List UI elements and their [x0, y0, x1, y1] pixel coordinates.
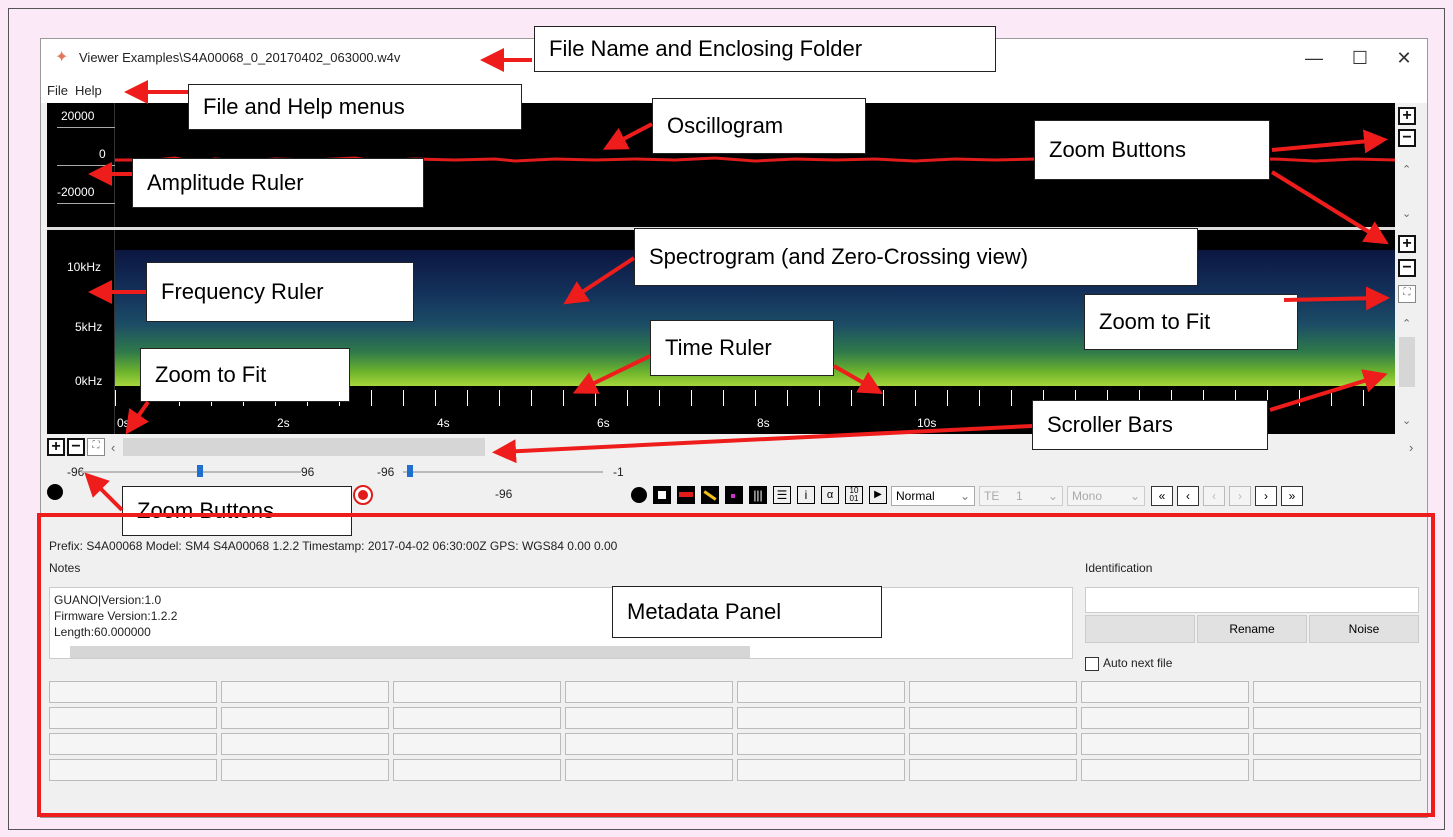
play-icon[interactable]: ▶	[869, 486, 887, 504]
previous-file-button[interactable]: ‹	[1177, 486, 1199, 506]
window-title: Viewer Examples\S4A00068_0_20170402_0630…	[79, 50, 401, 65]
te-select-label: TE	[984, 489, 1000, 503]
stop-icon[interactable]	[653, 486, 671, 504]
ruler-tick-line	[57, 203, 115, 204]
slider2-track[interactable]	[403, 471, 603, 473]
chevron-down-icon: ⌄	[1047, 489, 1058, 503]
previous-tagged-button[interactable]: ‹	[1203, 486, 1225, 506]
chevron-down-icon: ⌄	[1129, 489, 1140, 503]
list-icon[interactable]: ☰	[773, 486, 791, 504]
ruler-tick-line	[57, 165, 115, 166]
slider1-handle[interactable]	[197, 465, 203, 477]
record-indicator-icon[interactable]	[47, 484, 63, 500]
slider1-max-label: 96	[301, 465, 315, 479]
time-tick: 6s	[597, 416, 610, 430]
callout-zoom-to-fit-left: Zoom to Fit	[140, 348, 350, 402]
amplitude-tick: 20000	[61, 109, 95, 123]
callout-oscillogram: Oscillogram	[652, 98, 866, 154]
time-tick: 4s	[437, 416, 450, 430]
last-file-button[interactable]: »	[1281, 486, 1303, 506]
metadata-highlight-frame	[37, 513, 1435, 817]
menu-file[interactable]: File	[47, 83, 68, 98]
te-select-value: 1	[1016, 489, 1023, 503]
frequency-tick: 0kHz	[75, 374, 103, 388]
slider1-track[interactable]	[81, 471, 301, 473]
binary-icon[interactable]: 10 01	[845, 486, 863, 504]
time-tick: 2s	[277, 416, 290, 430]
record-mode-icon[interactable]	[631, 487, 647, 503]
next-tagged-button[interactable]: ›	[1229, 486, 1251, 506]
callout-spectrogram: Spectrogram (and Zero-Crossing view)	[634, 228, 1198, 286]
waveform-icon[interactable]	[677, 486, 695, 504]
spectrogram-zoom-to-fit-button[interactable]: ⛶	[1398, 285, 1416, 303]
first-file-button[interactable]: «	[1151, 486, 1173, 506]
callout-scroller-bars: Scroller Bars	[1032, 400, 1268, 450]
chevron-down-icon: ⌄	[959, 489, 970, 503]
columns-icon[interactable]: |||	[749, 486, 767, 504]
callout-zoom-buttons-top: Zoom Buttons	[1034, 120, 1270, 180]
mono-select[interactable]: Mono ⌄	[1067, 486, 1145, 506]
frequency-tick: 5kHz	[75, 320, 103, 334]
mode-select-value: Normal	[896, 489, 935, 503]
time-zoom-out-button[interactable]: −	[67, 438, 85, 456]
slider2-handle[interactable]	[407, 465, 413, 477]
dots-tool-icon[interactable]	[725, 486, 743, 504]
time-zoom-to-fit-button[interactable]: ⛶	[87, 438, 105, 456]
minimize-button[interactable]: —	[1291, 43, 1337, 73]
value-readout: -96	[495, 487, 513, 501]
record-dot-icon	[358, 490, 368, 500]
slider2-max-label: -1	[613, 465, 624, 479]
callout-file-name: File Name and Enclosing Folder	[534, 26, 996, 72]
next-file-button[interactable]: ›	[1255, 486, 1277, 506]
amplitude-tick: 0	[99, 147, 106, 161]
amplitude-ruler: 20000 0 -20000	[47, 103, 115, 227]
spectrogram-zoom-in-button[interactable]: +	[1398, 235, 1416, 253]
time-zoom-in-button[interactable]: +	[47, 438, 65, 456]
time-tick: 0s	[117, 416, 130, 430]
oscillogram-zoom-in-button[interactable]: +	[1398, 107, 1416, 125]
scroll-down-icon[interactable]: ⌄	[1402, 207, 1411, 220]
ruler-tick-line	[57, 127, 115, 128]
scroll-up-icon[interactable]: ⌃	[1402, 317, 1411, 330]
callout-amplitude-ruler: Amplitude Ruler	[132, 158, 424, 208]
amplitude-tick: -20000	[57, 185, 95, 199]
scroll-left-icon[interactable]: ‹	[111, 440, 115, 455]
line-tool-icon[interactable]	[701, 486, 719, 504]
frequency-ruler: 10kHz 5kHz 0kHz	[47, 230, 115, 434]
oscillogram-zoom-out-button[interactable]: −	[1398, 129, 1416, 147]
te-select[interactable]: TE 1 ⌄	[979, 486, 1063, 506]
record-button[interactable]	[353, 485, 373, 505]
scroll-down-icon[interactable]: ⌄	[1402, 414, 1411, 427]
close-button[interactable]: ✕	[1381, 43, 1427, 73]
scroll-right-icon[interactable]: ›	[1409, 440, 1413, 455]
callout-zoom-to-fit-right: Zoom to Fit	[1084, 294, 1298, 350]
alpha-icon[interactable]: α	[821, 486, 839, 504]
menu-help[interactable]: Help	[75, 83, 102, 98]
callout-file-help: File and Help menus	[188, 84, 522, 130]
app-logo-icon: ✦	[55, 49, 69, 66]
time-tick: 10s	[917, 416, 937, 430]
maximize-button[interactable]: ☐	[1337, 43, 1383, 73]
slider2-min-label: -96	[377, 465, 395, 479]
time-tick: 8s	[757, 416, 770, 430]
mono-select-value: Mono	[1072, 489, 1103, 503]
spectrogram-zoom-out-button[interactable]: −	[1398, 259, 1416, 277]
mode-select[interactable]: Normal ⌄	[891, 486, 975, 506]
vertical-scroll-thumb[interactable]	[1399, 337, 1415, 387]
callout-time-ruler: Time Ruler	[650, 320, 834, 376]
info-icon[interactable]: i	[797, 486, 815, 504]
frequency-tick: 10kHz	[67, 260, 102, 274]
horizontal-scroll-thumb[interactable]	[123, 438, 485, 456]
scroll-up-icon[interactable]: ⌃	[1402, 163, 1411, 176]
callout-frequency-ruler: Frequency Ruler	[146, 262, 414, 322]
